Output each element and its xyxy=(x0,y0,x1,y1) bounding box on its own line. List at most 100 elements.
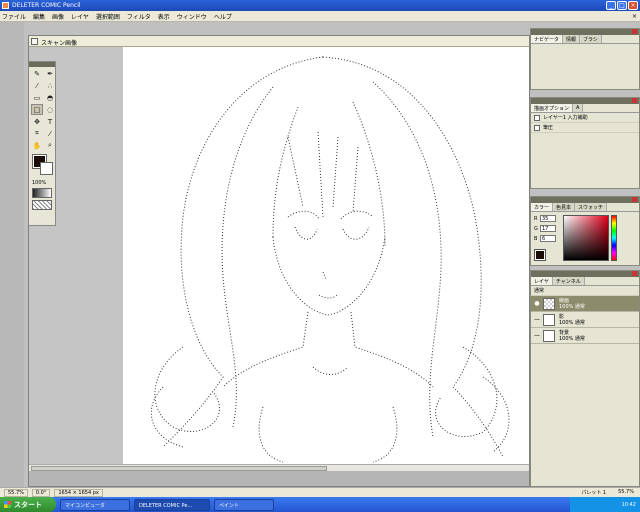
layer-row[interactable]: ● 線画 100% 通常 xyxy=(531,296,639,312)
close-icon[interactable] xyxy=(632,29,637,34)
tab-layers[interactable]: レイヤ xyxy=(531,277,553,285)
option-row-pressure[interactable]: 筆圧 xyxy=(531,123,639,133)
tab-navigator[interactable]: ナビゲータ xyxy=(531,35,564,43)
close-button[interactable]: × xyxy=(628,1,638,10)
tab-brush[interactable]: ブラシ xyxy=(580,35,602,43)
menu-layer[interactable]: レイヤ xyxy=(71,12,89,21)
crop-tool-icon[interactable]: ⌗ xyxy=(31,128,43,139)
hand-tool-icon[interactable]: ✋ xyxy=(31,140,43,151)
gradient-swatch[interactable] xyxy=(32,188,52,198)
layer-thumbnail xyxy=(543,329,555,342)
fill-tool-icon[interactable]: ◓ xyxy=(44,92,56,103)
blend-mode-select[interactable]: 通常 xyxy=(531,286,639,296)
app-window: DELETER COMIC Pencil _ □ × ファイル 編集 画像 レイ… xyxy=(0,0,640,512)
move-tool-icon[interactable]: ✥ xyxy=(31,116,43,127)
airbrush-tool-icon[interactable]: ∴ xyxy=(44,80,56,91)
color-spectrum[interactable] xyxy=(563,215,609,261)
palette-zoom-level: 100% xyxy=(32,180,47,186)
checkbox-icon[interactable] xyxy=(534,124,540,131)
color-picker: R 35 G 17 B6 xyxy=(531,212,639,268)
text-tool-icon[interactable]: T xyxy=(44,116,56,127)
menu-view[interactable]: 表示 xyxy=(158,12,170,21)
scrollbar-thumb[interactable] xyxy=(31,466,327,471)
color-panel-header[interactable] xyxy=(531,197,639,203)
layer-row[interactable]: — 影 100% 通常 xyxy=(531,312,639,328)
menu-window[interactable]: ウィンドウ xyxy=(177,12,207,21)
eyedropper-tool-icon[interactable]: ⁄ xyxy=(44,128,56,139)
eye-icon[interactable]: ● xyxy=(533,300,541,308)
lasso-tool-icon[interactable]: ◌ xyxy=(44,104,56,115)
navigator-panel-header[interactable] xyxy=(531,29,639,35)
zoom-tool-icon[interactable]: ⌕ xyxy=(44,140,56,151)
current-color-swatch[interactable] xyxy=(534,249,546,261)
menu-select[interactable]: 選択範囲 xyxy=(96,12,120,21)
color-swatches xyxy=(32,154,53,178)
status-bar: 55.7% 0.0° 1654 × 1654 px パレット 1 55.7% xyxy=(0,487,640,497)
title-bar: DELETER COMIC Pencil _ □ × xyxy=(0,0,640,11)
horizontal-scrollbar[interactable] xyxy=(29,464,529,471)
maximize-button[interactable]: □ xyxy=(617,1,627,10)
layer-row[interactable]: — 背景 100% 通常 xyxy=(531,328,639,344)
layer-thumbnail xyxy=(543,313,555,326)
menu-image[interactable]: 画像 xyxy=(52,12,64,21)
document-title-bar[interactable]: スキャン画像 xyxy=(29,36,529,47)
tool-options-tabs: 描画オプション A xyxy=(531,104,639,113)
brush-tool-icon[interactable]: ⁄ xyxy=(31,80,43,91)
eye-icon[interactable]: — xyxy=(533,332,541,340)
eye-icon[interactable]: — xyxy=(533,316,541,324)
start-button[interactable]: スタート xyxy=(0,497,56,512)
tab-channels[interactable]: チャンネル xyxy=(552,277,585,285)
menu-help[interactable]: ヘルプ xyxy=(214,12,232,21)
tool-grid: ✎ ✒ ⁄ ∴ ▭ ◓ □ ◌ ✥ T ⌗ ⁄ ✋ ⌕ xyxy=(29,67,55,152)
tab-text[interactable]: A xyxy=(573,104,584,112)
menu-file[interactable]: ファイル xyxy=(2,12,26,21)
tool-options-panel: 描画オプション A レイヤー1 入力補助 筆圧 xyxy=(530,97,640,189)
task-paint[interactable]: ペイント xyxy=(214,498,274,511)
workspace: スキャン画像 xyxy=(0,22,530,487)
tab-draw-options[interactable]: 描画オプション xyxy=(531,104,574,112)
navigator-tabs: ナビゲータ 情報 ブラシ xyxy=(531,35,639,44)
clock: 10:42 xyxy=(621,501,636,508)
status-zoom-right: 55.7% xyxy=(618,489,634,495)
select-rect-tool-icon[interactable]: □ xyxy=(31,104,43,115)
window-title: DELETER COMIC Pencil xyxy=(12,2,81,9)
close-icon[interactable] xyxy=(632,197,637,202)
eraser-tool-icon[interactable]: ▭ xyxy=(31,92,43,103)
close-icon[interactable] xyxy=(632,98,637,103)
task-my-computer[interactable]: マイコンピュータ xyxy=(60,498,130,511)
status-angle: 0.0° xyxy=(31,488,51,497)
tab-color-samples[interactable]: 色見本 xyxy=(553,203,576,211)
layers-panel-header[interactable] xyxy=(531,271,639,277)
option-row-assist[interactable]: レイヤー1 入力補助 xyxy=(531,113,639,123)
tab-color[interactable]: カラー xyxy=(531,203,554,211)
minimize-button[interactable]: _ xyxy=(606,1,616,10)
blue-value-field[interactable]: B6 xyxy=(534,234,558,243)
navigator-panel: ナビゲータ 情報 ブラシ xyxy=(530,28,640,90)
pattern-swatch[interactable] xyxy=(32,200,52,210)
hue-slider[interactable] xyxy=(611,215,617,261)
layer-opacity: 100% 通常 xyxy=(559,303,585,310)
layer-thumbnail xyxy=(543,297,555,310)
layer-opacity: 100% 通常 xyxy=(559,335,585,342)
status-size: 1654 × 1654 px xyxy=(54,488,103,497)
checkbox-icon[interactable] xyxy=(534,114,540,121)
close-icon[interactable] xyxy=(632,271,637,276)
pen-tool-icon[interactable]: ✒ xyxy=(44,68,56,79)
tab-swatches[interactable]: スウォッチ xyxy=(575,203,608,211)
doc-close-menu-button[interactable]: × xyxy=(632,13,637,20)
tool-options-header[interactable] xyxy=(531,98,639,104)
red-value-field[interactable]: R 35 xyxy=(534,214,558,223)
document-close-icon[interactable] xyxy=(31,38,38,45)
background-color[interactable] xyxy=(40,162,53,175)
document-window: スキャン画像 xyxy=(28,35,530,487)
drawing-canvas[interactable] xyxy=(123,47,529,465)
canvas-area xyxy=(29,47,529,471)
menu-filter[interactable]: フィルタ xyxy=(127,12,151,21)
task-deleter-comic[interactable]: DELETER COMIC Pe... xyxy=(134,498,210,511)
pencil-tool-icon[interactable]: ✎ xyxy=(31,68,43,79)
menu-edit[interactable]: 編集 xyxy=(33,12,45,21)
green-value-field[interactable]: G 17 xyxy=(534,224,558,233)
tab-info[interactable]: 情報 xyxy=(563,35,581,43)
tool-palette: ✎ ✒ ⁄ ∴ ▭ ◓ □ ◌ ✥ T ⌗ ⁄ ✋ ⌕ 100% xyxy=(28,61,56,226)
system-tray: 10:42 xyxy=(570,497,640,512)
